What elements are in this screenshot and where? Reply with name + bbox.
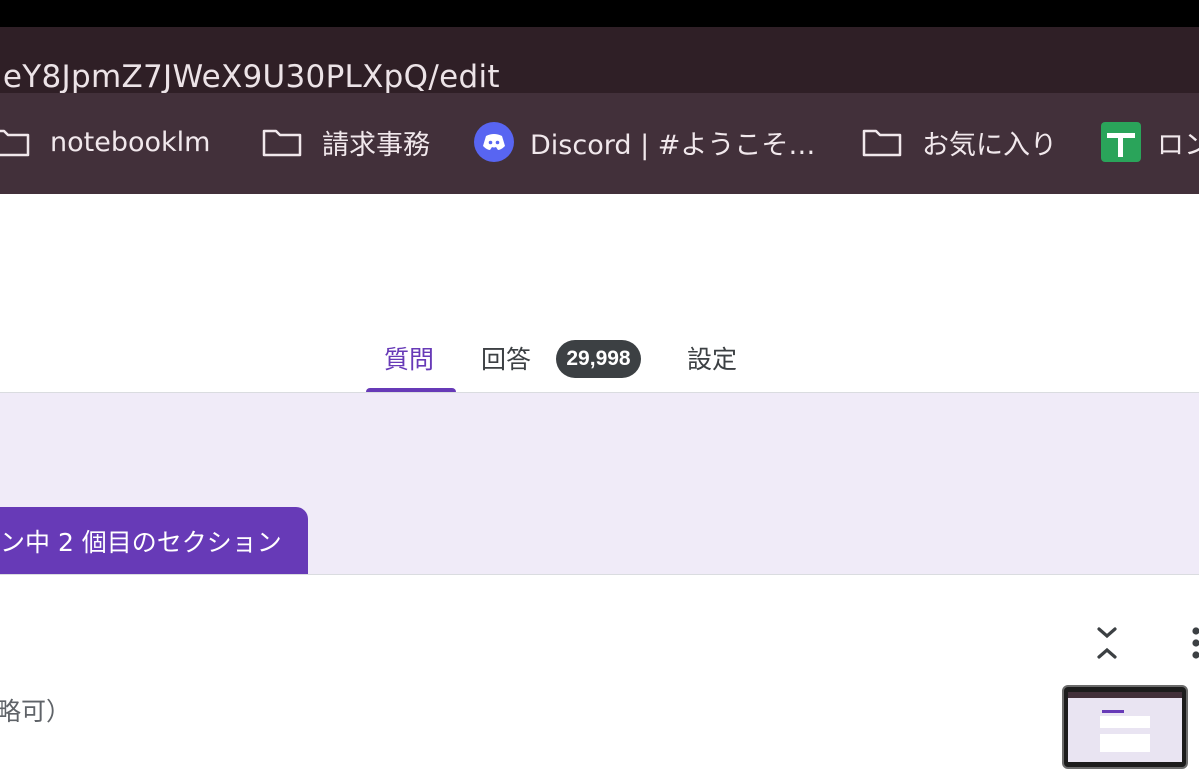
collapse-section-icon[interactable] bbox=[1090, 624, 1124, 662]
bookmark-seikyu[interactable]: 請求事務 bbox=[262, 122, 430, 162]
section-header-tag: ン中 2 個目のセクション bbox=[0, 507, 308, 575]
bookmark-sheet[interactable]: ロン bbox=[1101, 122, 1199, 162]
url-text[interactable]: ieY8JpmZ7JWeX9U30PLXpQ/edit bbox=[0, 59, 500, 95]
question-text-fragment: 略可） bbox=[0, 697, 72, 726]
bookmark-favorites[interactable]: お気に入り bbox=[862, 122, 1057, 162]
responses-count-badge: 29,998 bbox=[556, 340, 641, 378]
folder-icon bbox=[862, 129, 902, 157]
folder-icon bbox=[0, 129, 30, 157]
folder-icon bbox=[262, 129, 302, 157]
bookmark-label: notebooklm bbox=[50, 126, 211, 158]
more-options-icon[interactable] bbox=[1186, 625, 1199, 661]
bookmark-label: お気に入り bbox=[922, 129, 1057, 161]
bookmark-label: ロン bbox=[1157, 129, 1199, 161]
bookmark-label: Discord | #ようこそ… bbox=[530, 129, 816, 161]
screenshot-thumbnail[interactable] bbox=[1062, 685, 1188, 769]
thumbnail-preview bbox=[1068, 692, 1182, 762]
tab-questions[interactable]: 質問 bbox=[384, 340, 434, 376]
tab-responses[interactable]: 回答 bbox=[481, 340, 531, 376]
address-bar[interactable]: ieY8JpmZ7JWeX9U30PLXpQ/edit bbox=[0, 27, 1199, 95]
bookmark-label: 請求事務 bbox=[322, 129, 430, 161]
window-top-edge bbox=[0, 0, 1199, 27]
bookmark-discord[interactable]: Discord | #ようこそ… bbox=[474, 122, 815, 162]
question-card[interactable] bbox=[0, 575, 1199, 780]
discord-icon bbox=[474, 122, 514, 162]
tab-settings[interactable]: 設定 bbox=[687, 340, 737, 376]
sheets-icon bbox=[1101, 122, 1141, 162]
bookmark-notebooklm[interactable]: notebooklm bbox=[0, 122, 210, 162]
